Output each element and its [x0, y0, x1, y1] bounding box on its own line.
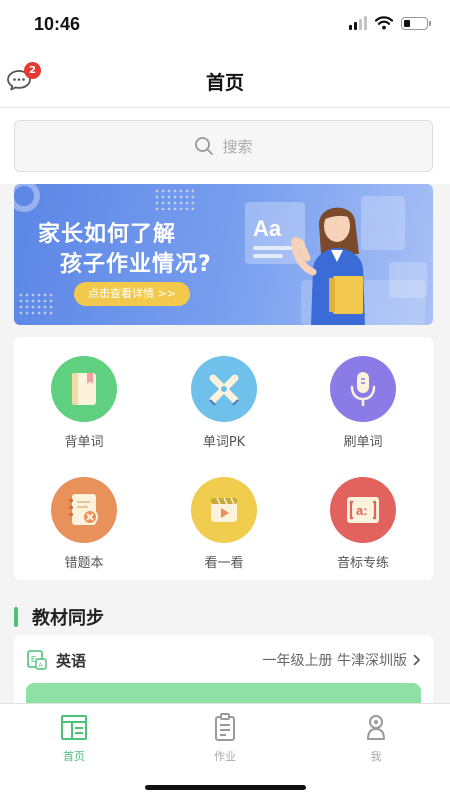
user-icon: [367, 715, 385, 740]
feature-label: 错题本: [64, 556, 104, 571]
feature-label: 单词PK: [202, 435, 246, 450]
tab-me[interactable]: 我: [346, 712, 406, 764]
wifi-icon: [375, 16, 393, 30]
navigation-bar: 2 首页: [0, 52, 450, 108]
feature-word-pk[interactable]: 单词PK: [174, 356, 274, 450]
feature-icon-circle: [330, 356, 396, 422]
section-header: 教材同步: [14, 604, 104, 630]
section-accent-bar: [14, 607, 18, 627]
search-area: 搜索: [0, 108, 450, 184]
search-input[interactable]: 搜索: [14, 120, 433, 172]
home-icon: [61, 715, 87, 740]
chevron-right-icon: [413, 654, 421, 666]
tab-label: 我: [370, 750, 382, 763]
decor-dots: [154, 188, 194, 210]
clipboard-icon: [215, 713, 235, 741]
svg-text:A: A: [39, 663, 43, 669]
promo-banner[interactable]: 家长如何了解 孩子作业情况? 点击查看详情 >> Aa: [14, 184, 433, 325]
search-icon: [195, 137, 214, 155]
english-book-icon: E A: [27, 650, 47, 670]
tab-label: 作业: [214, 750, 236, 763]
feature-grid: 背单词 单词PK 刷单词 错题本 看一看 a: 音标专练: [14, 337, 433, 580]
svg-text:a:: a:: [356, 503, 368, 518]
battery-level: [404, 19, 411, 27]
tab-homework[interactable]: 作业: [195, 712, 255, 764]
decor-ring-icon: [14, 184, 40, 212]
feature-icon-circle: [51, 356, 117, 422]
banner-headline-2: 孩子作业情况?: [60, 252, 212, 277]
notebook-wrong-icon: [69, 494, 98, 525]
feature-drill-words[interactable]: 刷单词: [313, 356, 413, 450]
feature-icon-circle: a:: [330, 477, 396, 543]
tab-label: 首页: [63, 750, 85, 763]
feature-icon-circle: [191, 356, 257, 422]
teacher-illustration-icon: Aa: [245, 196, 427, 325]
feature-label: 刷单词: [343, 435, 383, 450]
search-placeholder: 搜索: [222, 137, 253, 156]
feature-memorize-words[interactable]: 背单词: [34, 356, 134, 450]
status-bar: 10:46: [0, 0, 450, 52]
home-indicator: [145, 785, 306, 790]
decor-dots: [18, 292, 54, 318]
subject-name: 英语: [56, 651, 87, 670]
phonetic-icon: a:: [347, 497, 379, 523]
feature-mistake-book[interactable]: 错题本: [34, 477, 134, 571]
feature-label: 音标专练: [336, 556, 389, 571]
feature-label: 看一看: [204, 556, 244, 571]
cellular-signal-icon: [349, 16, 367, 30]
feature-label: 背单词: [64, 435, 104, 450]
crossed-pens-icon: [209, 374, 239, 406]
banner-headline-1: 家长如何了解: [38, 222, 177, 247]
microphone-icon: [350, 372, 376, 406]
page-title: 首页: [205, 72, 244, 94]
banner-letters: Aa: [253, 216, 282, 241]
textbook-edition[interactable]: 一年级上册 牛津深圳版: [263, 650, 421, 670]
status-icons: [349, 16, 431, 30]
status-time: 10:46: [34, 14, 81, 34]
banner-detail-button[interactable]: 点击查看详情 >>: [74, 282, 190, 306]
section-title: 教材同步: [32, 608, 104, 629]
feature-icon-circle: [51, 477, 117, 543]
book-icon: [72, 373, 96, 405]
feature-phonetics[interactable]: a: 音标专练: [313, 477, 413, 571]
tab-home[interactable]: 首页: [44, 712, 104, 764]
video-play-icon: [211, 497, 237, 522]
feature-watch[interactable]: 看一看: [174, 477, 274, 571]
battery-icon: [401, 16, 431, 30]
feature-icon-circle: [191, 477, 257, 543]
textbook-edition-label: 一年级上册 牛津深圳版: [262, 653, 407, 669]
subject-row[interactable]: E A 英语 一年级上册 牛津深圳版: [26, 649, 421, 671]
